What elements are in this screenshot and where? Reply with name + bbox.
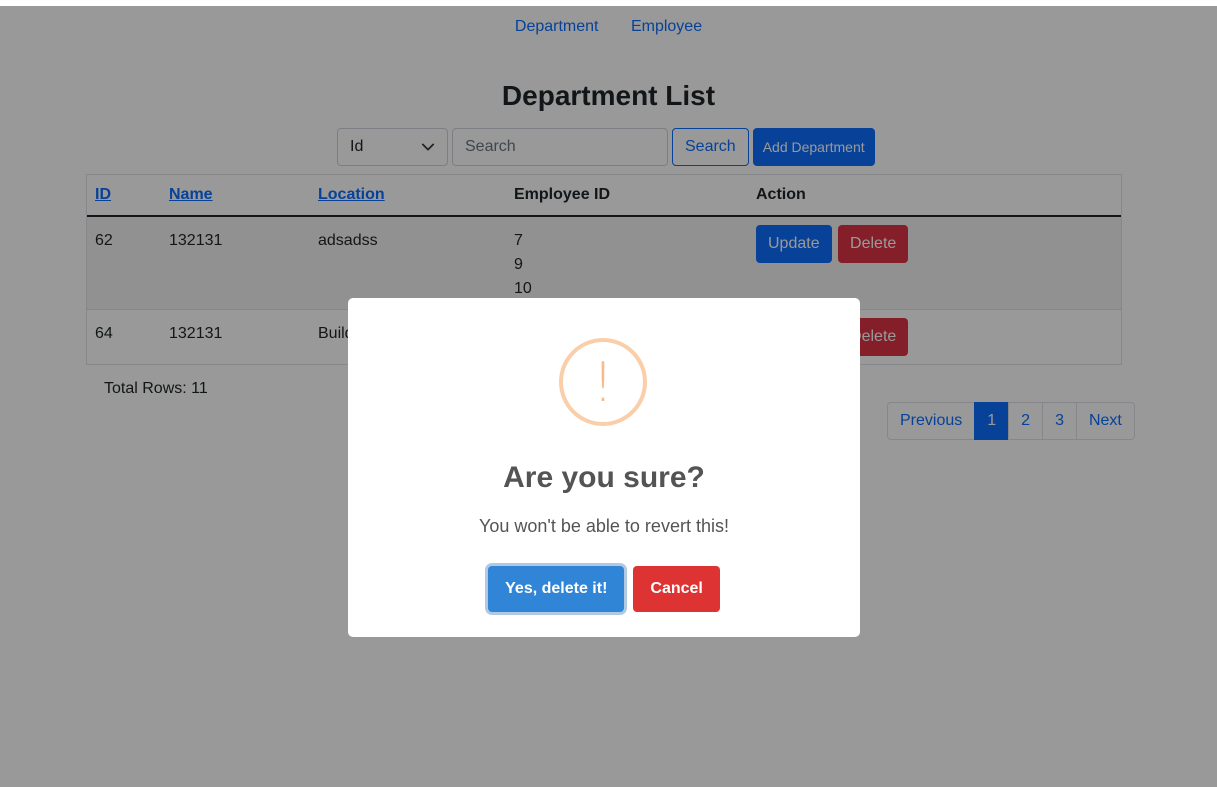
confirm-delete-button[interactable]: Yes, delete it! [488, 566, 625, 612]
dialog-actions: Yes, delete it! Cancel [348, 566, 860, 612]
dialog-title: Are you sure? [503, 461, 705, 494]
dialog-message: You won't be able to revert this! [479, 516, 729, 536]
warning-icon: ! [559, 338, 647, 426]
cancel-button[interactable]: Cancel [633, 566, 720, 612]
confirm-dialog: ! Are you sure? You won't be able to rev… [348, 298, 860, 637]
